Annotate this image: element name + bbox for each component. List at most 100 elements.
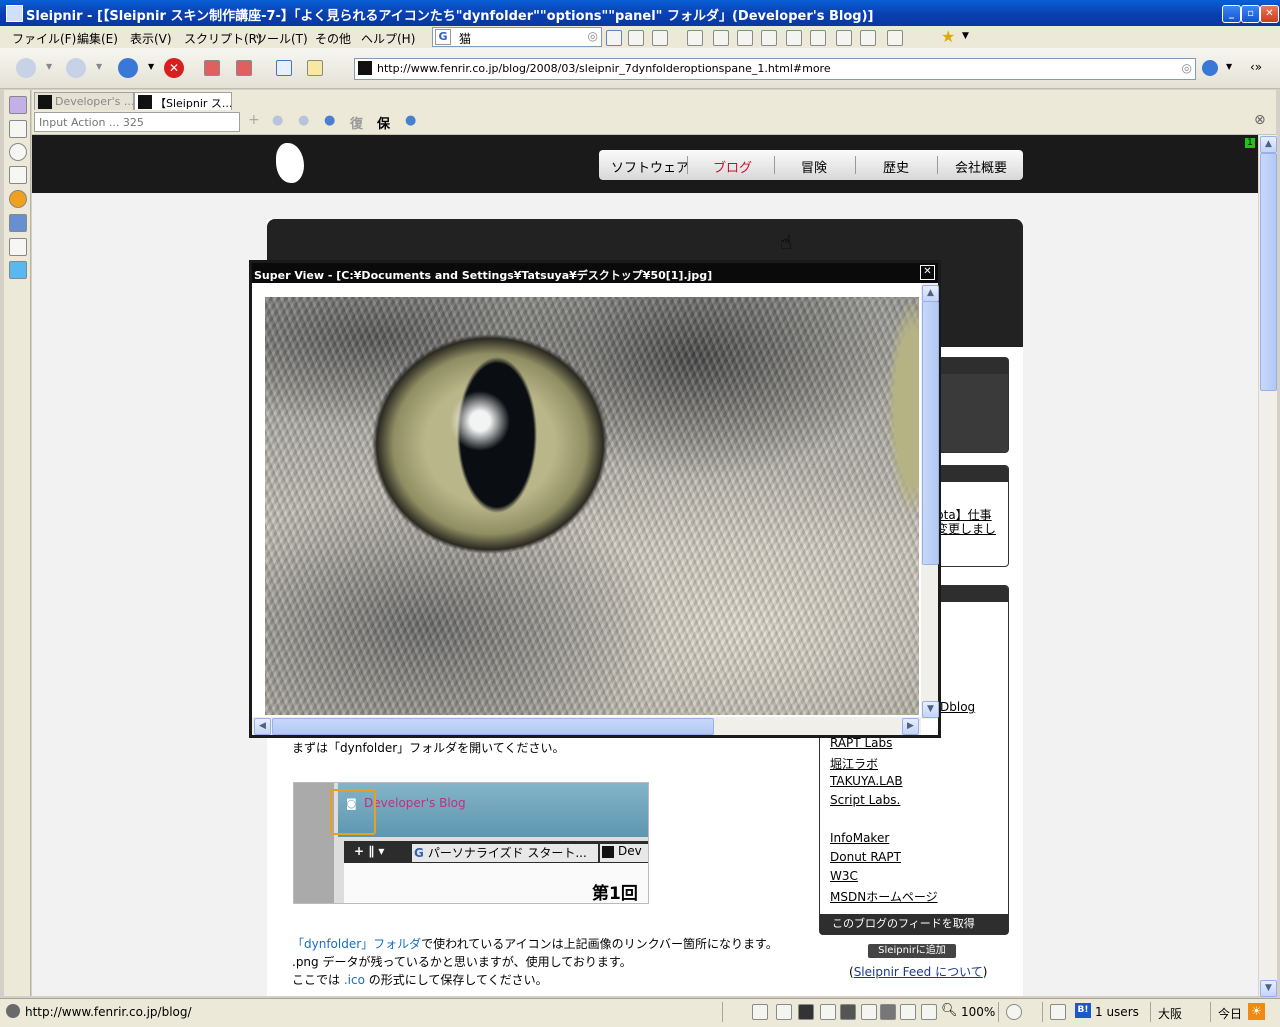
menu-edit[interactable]: 編集(E) [77,30,118,47]
sunny-weather-icon[interactable]: ☀ [1248,1003,1265,1020]
twitter-icon[interactable] [9,261,27,279]
nav-adventure[interactable]: 冒険 [801,157,827,176]
nav-software[interactable]: ソフトウェア [611,157,689,176]
hatena-bookmark-icon[interactable]: B! [1075,1003,1091,1018]
menu-tools[interactable]: ツール(T) [255,30,308,47]
list-icon[interactable] [761,30,777,46]
search-dropdown-icon[interactable]: ◎ [588,29,598,43]
nav-company[interactable]: 会社概要 [955,157,1007,176]
tag-icon[interactable] [9,214,27,232]
ico-link[interactable]: .ico [344,973,365,987]
status-image-icon[interactable] [880,1004,896,1020]
sleipnir-add-button[interactable]: Sleipnirに追加 [868,944,956,958]
super-view-hscroll[interactable]: ◀ ▶ [252,717,921,735]
marker-icon[interactable] [652,30,668,46]
bookmark-users[interactable]: 1 users [1095,1005,1139,1019]
nav-blog[interactable]: ブログ [713,157,752,176]
search-magnifier-icon[interactable] [606,30,622,46]
link-donut-rapt[interactable]: Donut RAPT [830,850,938,869]
scroll-down-button[interactable]: ▼ [1260,980,1277,997]
status-lock-icon[interactable] [776,1004,792,1020]
status-activex-icon[interactable] [840,1004,856,1020]
forward-small-icon[interactable]: ● [298,113,309,128]
sleipnir-feed-link[interactable]: Sleipnir Feed について [854,965,983,979]
dynfolder-link[interactable]: 「dynfolder」フォルダ [292,937,421,951]
google-search-icon[interactable]: G [435,29,451,45]
sv-scroll-left-button[interactable]: ◀ [254,718,271,735]
close-right-tab-icon[interactable] [236,60,252,76]
weather-city[interactable]: 大阪 [1158,1005,1182,1022]
sv-hscroll-thumb[interactable] [272,718,714,735]
scroll-up-button[interactable]: ▲ [1260,136,1277,153]
sv-scroll-right-button[interactable]: ▶ [902,718,919,735]
pin-icon[interactable] [887,30,903,46]
zoom-level[interactable]: 100% [961,1005,995,1019]
status-script-icon[interactable] [798,1004,814,1020]
close-button[interactable]: ✕ [1260,5,1279,23]
address-input[interactable]: http://www.fenrir.co.jp/blog/2008/03/sle… [377,62,831,75]
number-two-icon[interactable] [9,190,27,208]
home-small-icon[interactable]: ● [405,113,416,128]
monitor-alt-icon[interactable] [860,30,876,46]
scroll-thumb[interactable] [1260,153,1277,391]
search-box[interactable]: G 猫 ◎ [432,27,602,47]
super-view-titlebar[interactable]: Super View - [C:¥Documents and Settings¥… [252,263,938,283]
sidebar-entry-link[interactable]: Dblog [940,700,975,714]
page-icon[interactable] [713,30,729,46]
favorites-dropdown-icon[interactable]: ▼ [962,31,969,41]
add-action-icon[interactable]: + [248,112,260,128]
menu-help[interactable]: ヘルプ(H) [361,30,415,47]
close-action-icon[interactable]: ⊗ [1254,112,1266,128]
forward-dropdown-icon[interactable]: ▼ [96,62,102,71]
sv-scroll-down-button[interactable]: ▼ [922,701,939,718]
panel-book-icon[interactable] [9,96,27,114]
link-msdn[interactable]: MSDNホームページ [830,888,938,907]
up-small-icon[interactable]: ● [324,113,335,128]
toolbar-overflow-icon[interactable]: ‹» [1250,60,1262,74]
zoom-icon[interactable]: 🔍︎ [941,1003,958,1018]
sidebar-entry-link[interactable]: 変更しまし [936,520,996,537]
sv-scroll-up-button[interactable]: ▲ [922,285,939,302]
status-video-icon[interactable] [900,1004,916,1020]
status-circle-icon[interactable] [1006,1004,1022,1020]
back-small-icon[interactable]: ● [272,113,283,128]
history-clock-icon[interactable] [9,143,27,161]
nav-history[interactable]: 歴史 [883,157,909,176]
link-takuya-lab[interactable]: TAKUYA.LAB [830,774,938,793]
window-icon[interactable] [786,30,802,46]
stop-button[interactable]: ✕ [164,58,184,78]
menu-other[interactable]: その他 [315,30,351,47]
close-left-tab-icon[interactable] [204,60,220,76]
gear-icon[interactable] [687,30,703,46]
link-infomaker[interactable]: InfoMaker [830,831,938,850]
link-script-labs[interactable]: Script Labs. [830,793,938,812]
up-dropdown-icon[interactable]: ▼ [148,62,154,71]
search-input[interactable]: 猫 [459,30,471,47]
restore-button[interactable]: ▫ [1241,5,1260,23]
tab-sleipnir-skin[interactable]: 【Sleipnir ス... [134,92,232,111]
text-icon[interactable] [276,60,292,76]
page-scrollbar[interactable]: ▲ ▼ [1258,135,1277,997]
save-text-button[interactable]: 保 [377,113,390,132]
edit-pencil-icon[interactable] [307,60,323,76]
menu-script[interactable]: スクリプト(R) [184,30,262,47]
menu-file[interactable]: ファイル(F) [12,30,76,47]
rss-icon[interactable] [9,120,27,138]
go-dropdown-icon[interactable]: ▼ [1226,62,1232,71]
link-rapt-labs[interactable]: RAPT Labs [830,736,938,755]
forward-button[interactable] [66,58,86,78]
address-dropdown-icon[interactable]: ◎ [1182,61,1192,75]
back-button[interactable] [16,58,36,78]
status-sound-icon[interactable] [921,1004,937,1020]
sv-vscroll-thumb[interactable] [922,301,939,565]
search-highlight-icon[interactable] [628,30,644,46]
tab-developers-blog[interactable]: Developer's ... [34,92,134,111]
home-up-button[interactable] [118,58,138,78]
weather-day[interactable]: 今日 [1218,1005,1242,1022]
feed-footer[interactable]: このブログのフィードを取得 [820,914,1008,934]
action-input[interactable] [34,112,240,132]
tree-icon[interactable] [9,166,27,184]
menu-view[interactable]: 表示(V) [130,30,172,47]
favorites-star-icon[interactable]: ★ [941,27,955,46]
status-frame-icon[interactable] [861,1004,877,1020]
